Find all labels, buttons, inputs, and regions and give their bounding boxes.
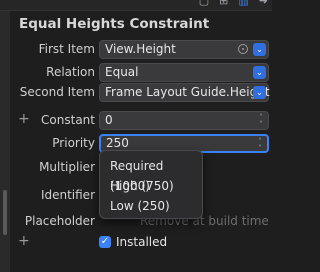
relation-popup[interactable]: Equal ⌄ [99, 63, 269, 82]
priority-value[interactable]: 250 [106, 136, 129, 150]
first-item-popup[interactable]: View.Height ⌄ [99, 40, 269, 59]
second-item-row: Second Item Frame Layout Guide.Height ⌄ [0, 83, 272, 103]
toolbar-icon[interactable]: ▢ [199, 0, 209, 7]
constant-field[interactable]: 0 ˄ ˅ [99, 111, 269, 130]
stepper-icon[interactable]: ˄ ˅ [259, 114, 263, 129]
panel-title: Equal Heights Constraint [19, 16, 210, 32]
second-item-value: Frame Layout Guide.Height [105, 85, 270, 99]
priority-option-high[interactable]: High (750) [100, 176, 202, 196]
inspector-toolbar: ▢ ⊞ ▥ ➜ [0, 0, 272, 11]
chevron-updown-icon[interactable]: ⌄ [253, 66, 266, 79]
add-variation-icon[interactable]: + [18, 111, 30, 127]
multiplier-label: Multiplier [39, 160, 95, 174]
info-circle-icon[interactable] [238, 44, 248, 54]
first-item-value: View.Height [105, 42, 176, 56]
priority-option-required[interactable]: Required (1000) [100, 156, 202, 193]
add-installed-variation-icon[interactable]: + [18, 233, 30, 249]
toolbar-icon[interactable]: ⊞ [219, 0, 228, 7]
installed-checkbox[interactable]: ✓ [99, 236, 111, 248]
installed-label: Installed [116, 235, 168, 249]
constant-value: 0 [105, 113, 113, 127]
relation-row: Relation Equal ⌄ [0, 63, 272, 83]
ruler-icon[interactable]: ▥ [238, 0, 248, 7]
constant-label: Constant [41, 113, 95, 127]
priority-dropdown-menu[interactable]: Required (1000) High (750) Low (250) [99, 150, 203, 219]
arrow-icon[interactable]: ➜ [259, 0, 268, 7]
identifier-label: Identifier [40, 188, 95, 202]
chevron-updown-icon[interactable]: ⌄ [253, 86, 266, 99]
stepper-icon[interactable]: ˄ ˅ [258, 138, 262, 153]
relation-value: Equal [105, 65, 139, 79]
first-item-row: First Item View.Height ⌄ [0, 40, 272, 60]
first-item-label: First Item [38, 42, 95, 56]
second-item-popup[interactable]: Frame Layout Guide.Height ⌄ [99, 83, 270, 102]
constant-row: + Constant 0 ˄ ˅ [0, 111, 272, 131]
relation-label: Relation [46, 65, 95, 79]
chevron-updown-icon[interactable]: ⌄ [253, 43, 266, 56]
placeholder-label: Placeholder [24, 214, 95, 228]
second-item-label: Second Item [19, 85, 95, 99]
priority-option-low[interactable]: Low (250) [100, 196, 202, 216]
priority-label: Priority [52, 136, 95, 150]
